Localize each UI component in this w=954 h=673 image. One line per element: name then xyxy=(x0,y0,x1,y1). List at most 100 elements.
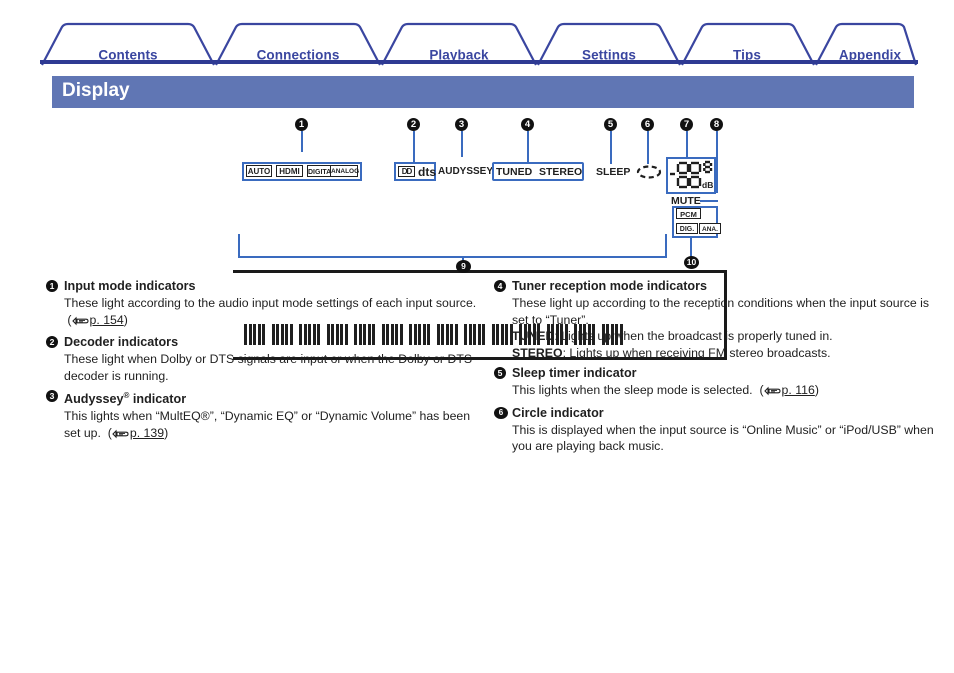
description-title-text-6: Circle indicator xyxy=(512,405,604,420)
description-title-base-3: Audyssey xyxy=(64,392,124,407)
indicator-auto: AUTO xyxy=(246,165,272,177)
pointing-hand-icon xyxy=(763,384,781,401)
description-item-5: 5 Sleep timer indicator This lights when… xyxy=(494,365,934,401)
sub-text-stereo: : Lights up when receiving FM stereo bro… xyxy=(562,345,831,360)
indicator-sleep: SLEEP xyxy=(596,166,631,178)
description-body-3: This lights when “MultEQ®”, “Dynamic EQ”… xyxy=(46,408,478,443)
description-body-text-2: These light when Dolby or DTS signals ar… xyxy=(64,352,473,383)
leader-line-6 xyxy=(647,131,649,164)
pointing-hand-icon xyxy=(71,314,89,331)
description-item-1: 1 Input mode indicators These light acco… xyxy=(46,278,478,330)
indicator-stereo: STEREO xyxy=(539,166,583,178)
tab-bar: Contents Connections Playback Settings T… xyxy=(40,22,918,66)
callout-2: 2 xyxy=(407,118,420,131)
sub-label-stereo: STEREO xyxy=(512,345,563,360)
description-title-text-1: Input mode indicators xyxy=(64,279,196,293)
description-body-text-5: This lights when the sleep mode is selec… xyxy=(512,383,753,397)
description-number-6: 6 xyxy=(494,406,508,419)
matrix-box-bottom xyxy=(238,256,667,258)
matrix-box-left xyxy=(238,234,240,258)
description-sub-tuned: TUNED: Lights up when the broadcast is p… xyxy=(512,328,934,345)
leader-line-3 xyxy=(461,131,463,157)
indicator-tuned: TUNED xyxy=(496,166,533,178)
indicator-mute: MUTE xyxy=(671,195,701,207)
description-number-3: 3 xyxy=(46,390,58,402)
display-panel-diagram: 1 2 3 4 5 6 7 8 AUTO HDMI DIGITAL ANALOG… xyxy=(230,118,730,360)
description-body-5: This lights when the sleep mode is selec… xyxy=(494,382,934,401)
panel-top-border xyxy=(233,270,727,273)
page-reference-3[interactable]: ( p. 139) xyxy=(104,426,168,440)
leader-line-7 xyxy=(686,131,688,157)
leader-line-1 xyxy=(301,131,303,152)
descriptions-left-column: 1 Input mode indicators These light acco… xyxy=(46,278,478,447)
page-reference-1[interactable]: ( p. 154) xyxy=(64,313,127,327)
tab-bar-underline xyxy=(40,60,918,64)
description-title-6: 6 Circle indicator xyxy=(494,405,934,421)
page-title-underline xyxy=(52,106,914,108)
description-body-text-4: These light up according to the receptio… xyxy=(512,296,929,327)
leader-line-4 xyxy=(527,131,529,164)
indicator-analog: ANALOG xyxy=(330,165,359,177)
matrix-box-right xyxy=(665,234,667,258)
callout-5: 5 xyxy=(604,118,617,131)
page-reference-number-1[interactable]: p. 154 xyxy=(90,313,124,327)
page-title: Display xyxy=(62,80,130,101)
leader-line-5 xyxy=(610,131,612,164)
callout-6: 6 xyxy=(641,118,654,131)
description-item-3: 3 Audyssey® indicator This lights when “… xyxy=(46,388,478,443)
callout-10: 10 xyxy=(684,256,699,269)
sub-text-tuned: : Lights up when the broadcast is proper… xyxy=(554,329,833,343)
leader-line-2 xyxy=(413,131,415,164)
sub-label-tuned: TUNED xyxy=(512,329,555,343)
callout-7: 7 xyxy=(680,118,693,131)
page-root: Contents Connections Playback Settings T… xyxy=(0,0,954,673)
matrix-dot xyxy=(482,342,485,345)
indicator-pcm: PCM xyxy=(676,208,701,219)
description-item-6: 6 Circle indicator This is displayed whe… xyxy=(494,405,934,455)
svg-text:dB: dB xyxy=(702,180,713,190)
callout-1: 1 xyxy=(295,118,308,131)
bottom-navigation: Front panel Display Rear panel 16 Remote… xyxy=(0,612,954,662)
callout-9: 9 xyxy=(456,260,471,273)
page-reference-number-5[interactable]: p. 116 xyxy=(782,383,815,397)
description-body-text-6: This is displayed when the input source … xyxy=(512,422,934,454)
description-title-5: 5 Sleep timer indicator xyxy=(494,365,934,381)
description-body-2: These light when Dolby or DTS signals ar… xyxy=(46,351,478,384)
callout-3: 3 xyxy=(455,118,468,131)
indicator-hdmi: HDMI xyxy=(276,165,303,177)
description-title-1: 1 Input mode indicators xyxy=(46,278,478,294)
pointing-hand-icon xyxy=(112,427,129,444)
description-title-4: 4 Tuner reception mode indicators xyxy=(494,278,934,294)
indicator-dig: DIG. xyxy=(676,223,698,234)
description-title-text-4: Tuner reception mode indicators xyxy=(512,279,707,293)
description-title-3: 3 Audyssey® indicator xyxy=(46,388,478,407)
leader-line-10 xyxy=(690,238,692,258)
description-body-text-1: These light according to the audio input… xyxy=(64,296,477,310)
description-number-2: 2 xyxy=(46,336,58,348)
callout-4: 4 xyxy=(521,118,534,131)
description-title-2: 2 Decoder indicators xyxy=(46,334,478,350)
dolby-digital-icon: DD xyxy=(398,166,415,177)
indicator-ana: ANA. xyxy=(699,223,721,234)
volume-seven-segment: dB xyxy=(670,160,713,190)
description-item-4: 4 Tuner reception mode indicators These … xyxy=(494,278,934,361)
description-title-text-5: Sleep timer indicator xyxy=(512,366,637,380)
callout-8: 8 xyxy=(710,118,723,131)
description-number-5: 5 xyxy=(494,367,506,379)
indicator-audyssey: AUDYSSEY xyxy=(438,166,494,177)
page-title-bar: Display xyxy=(52,76,914,106)
description-number-4: 4 xyxy=(494,280,506,292)
description-body-4: These light up according to the receptio… xyxy=(494,295,934,361)
description-title-text-2: Decoder indicators xyxy=(64,335,179,349)
description-sub-stereo: STEREO: Lights up when receiving FM ster… xyxy=(512,345,934,362)
page-reference-5[interactable]: ( p. 116) xyxy=(756,383,819,397)
leader-line-8 xyxy=(716,131,718,193)
description-body-1: These light according to the audio input… xyxy=(46,295,478,330)
description-body-6: This is displayed when the input source … xyxy=(494,422,934,455)
leader-line-8b xyxy=(700,200,718,202)
descriptions-right-column: 4 Tuner reception mode indicators These … xyxy=(494,278,934,459)
page-reference-number-3[interactable]: p. 139 xyxy=(130,426,164,440)
description-title-tail-3: indicator xyxy=(129,392,187,407)
circle-indicator-icon xyxy=(636,165,662,179)
indicator-dts: dts xyxy=(418,165,436,179)
